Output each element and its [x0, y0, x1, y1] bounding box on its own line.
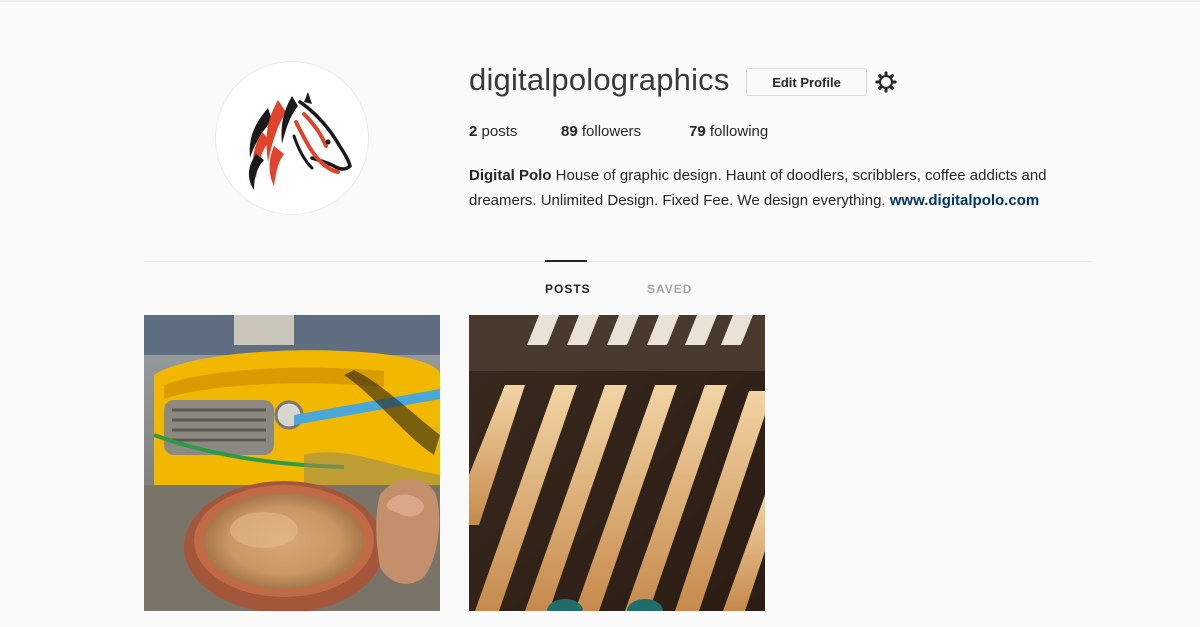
post-thumbnail-taxi-tea[interactable]: [144, 315, 440, 611]
profile-username: digitalpolographics: [469, 62, 730, 97]
striped-shadows-photo: [469, 315, 765, 611]
bio-link[interactable]: www.digitalpolo.com: [890, 192, 1039, 209]
tab-saved[interactable]: SAVED: [647, 282, 692, 296]
following-link[interactable]: 79 following: [689, 123, 768, 140]
tab-posts[interactable]: POSTS: [545, 282, 591, 296]
posts-count-label: posts: [481, 123, 518, 140]
posts-count: 2 posts: [469, 123, 517, 140]
following-count-label: following: [709, 123, 769, 140]
tabs-divider: [144, 261, 1092, 262]
followers-count-label: followers: [581, 123, 642, 140]
following-count-value: 79: [689, 123, 706, 140]
taxi-tea-photo: [144, 315, 440, 611]
followers-link[interactable]: 89 followers: [561, 123, 641, 140]
profile-bio: Digital Polo House of graphic design. Ha…: [469, 163, 1099, 213]
bio-name: Digital Polo: [469, 167, 552, 184]
posts-count-value: 2: [469, 123, 478, 140]
zebra-horse-logo: [216, 62, 368, 214]
post-thumbnail-stripes[interactable]: [469, 315, 765, 611]
active-tab-indicator: [545, 260, 587, 262]
edit-profile-button[interactable]: Edit Profile: [746, 68, 867, 96]
top-border: [0, 0, 1200, 2]
followers-count-value: 89: [561, 123, 578, 140]
gear-icon[interactable]: [874, 70, 898, 94]
profile-avatar[interactable]: [216, 62, 368, 214]
